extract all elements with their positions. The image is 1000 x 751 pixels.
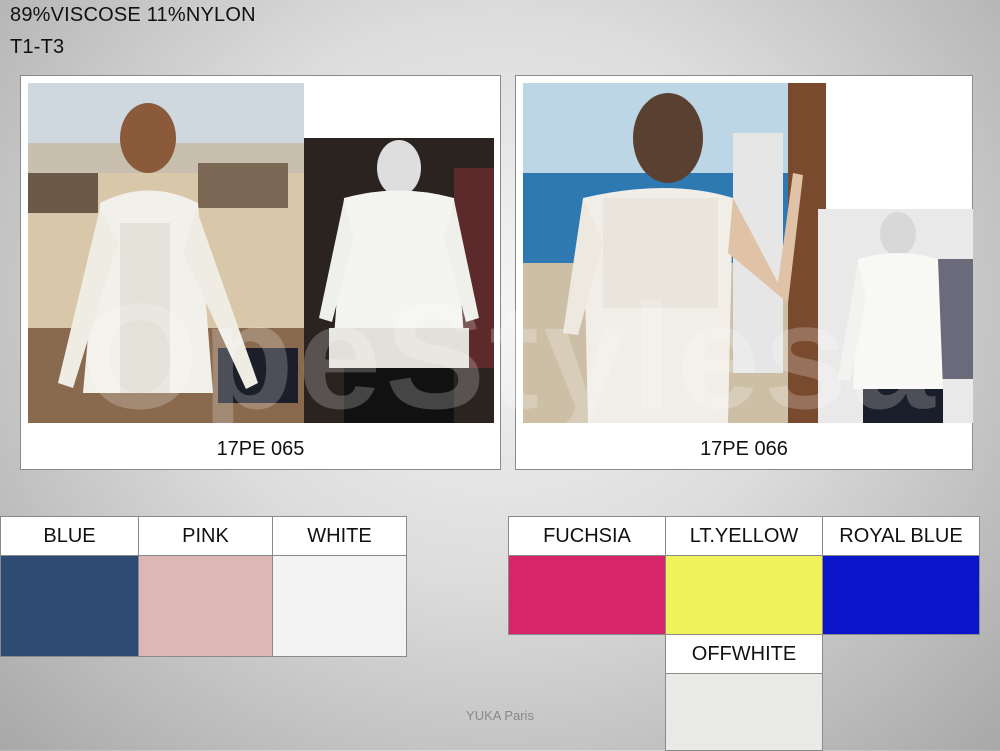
size-range: T1-T3	[10, 36, 65, 58]
product-photo-back-2	[523, 83, 826, 423]
swatch-label-fuchsia: FUCHSIA	[508, 516, 666, 556]
swatch-label-white: WHITE	[272, 516, 407, 556]
product-card-1: 17PE 065	[20, 75, 501, 470]
swatch-fuchsia	[508, 555, 666, 635]
swatch-white	[272, 555, 407, 657]
swatch-label-blue: BLUE	[0, 516, 139, 556]
color-swatches-left: BLUE PINK WHITE	[0, 516, 407, 657]
product-photo-back-1	[28, 83, 304, 423]
product-code-2: 17PE 066	[700, 438, 788, 460]
swatch-label-pink: PINK	[138, 516, 273, 556]
swatch-pink	[138, 555, 273, 657]
product-photo-front-1	[304, 138, 494, 423]
product-code-1: 17PE 065	[216, 438, 305, 460]
swatch-royal-blue	[822, 555, 980, 635]
swatch-label-royal-blue: ROYAL BLUE	[822, 516, 980, 556]
swatch-label-lt-yellow: LT.YELLOW	[665, 516, 823, 556]
product-card-2: 17PE 066	[515, 75, 973, 470]
color-swatch-offwhite: OFFWHITE	[665, 634, 823, 751]
footer-brand: YUKA Paris	[466, 708, 534, 723]
product-photo-front-2	[818, 209, 973, 423]
swatch-label-offwhite: OFFWHITE	[665, 634, 823, 674]
color-swatches-right: FUCHSIA LT.YELLOW ROYAL BLUE	[508, 516, 980, 635]
swatch-blue	[0, 555, 139, 657]
swatch-lt-yellow	[665, 555, 823, 635]
fabric-composition: 89%VISCOSE 11%NYLON	[10, 4, 256, 26]
